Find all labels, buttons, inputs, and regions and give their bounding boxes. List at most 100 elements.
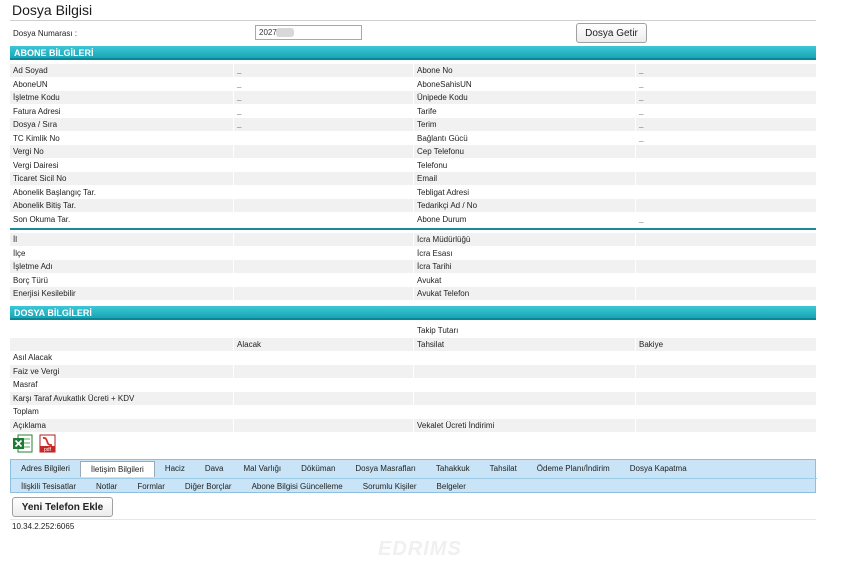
- tab-mal-varligi[interactable]: Mal Varlığı: [234, 461, 292, 477]
- field-value: [636, 159, 816, 172]
- dosya-row-label: Açıklama: [10, 418, 234, 432]
- tahsilat-value: [414, 405, 636, 419]
- dosya-row: Faiz ve Vergi: [10, 364, 816, 378]
- field-value: [234, 131, 414, 145]
- file-number-input[interactable]: [255, 25, 362, 40]
- field-value: [234, 172, 414, 186]
- tab-dava[interactable]: Dava: [195, 461, 234, 477]
- field-label: Avukat: [414, 273, 636, 287]
- tab-tahakkuk[interactable]: Tahakkuk: [426, 461, 480, 477]
- field-label: Bağlantı Gücü: [414, 131, 636, 145]
- tab-diger-borclar[interactable]: Diğer Borçlar: [175, 479, 242, 494]
- tab-sorumlu-kisiler[interactable]: Sorumlu Kişiler: [353, 479, 427, 494]
- bakiye-value: [636, 365, 816, 378]
- field-label: Telefonu: [414, 158, 636, 172]
- info-row: Vergi Dairesi Telefonu: [10, 158, 816, 172]
- tab-formlar[interactable]: Formlar: [127, 479, 175, 494]
- field-value: [636, 287, 816, 300]
- field-label: Cep Telefonu: [414, 145, 636, 159]
- vekalet-label: Vekalet Ücreti İndirimi: [414, 418, 636, 432]
- tab-dokuman[interactable]: Döküman: [291, 461, 345, 477]
- alacak-value: [234, 405, 414, 419]
- title-divider: [10, 20, 816, 21]
- field-value: [234, 246, 414, 260]
- pdf-icon[interactable]: pdf: [37, 434, 57, 453]
- field-label: Abonelik Bitiş Tar.: [10, 199, 234, 213]
- field-label: Avukat Telefon: [414, 287, 636, 301]
- info-row: İl İcra Müdürlüğü: [10, 233, 816, 247]
- field-label: İcra Müdürlüğü: [414, 233, 636, 247]
- tab-dosya-masraflari[interactable]: Dosya Masrafları: [345, 461, 425, 477]
- alacak-value: [234, 364, 414, 378]
- tab-iliskili-tesisatlar[interactable]: İlişkili Tesisatlar: [11, 479, 86, 494]
- tab-odeme-plani-indirim[interactable]: Ödeme Planı/İndirim: [527, 461, 620, 477]
- tahsilat-value: [414, 378, 636, 392]
- info-row: Borç Türü Avukat: [10, 273, 816, 287]
- field-value: _: [234, 77, 414, 91]
- info-row: İşletme Adı İcra Tarihi: [10, 260, 816, 274]
- field-label: Terim: [414, 118, 636, 132]
- field-value: [234, 260, 414, 274]
- field-label: İşletme Adı: [10, 260, 234, 274]
- fetch-file-button[interactable]: Dosya Getir: [576, 23, 647, 43]
- field-label: Abonelik Başlangıç Tar.: [10, 185, 234, 199]
- dosya-row-label: Asıl Alacak: [10, 351, 234, 365]
- tab-tahsilat[interactable]: Tahsilat: [480, 461, 527, 477]
- info-row: Vergi No Cep Telefonu: [10, 145, 816, 159]
- field-value: _: [639, 214, 644, 224]
- file-icons: pdf: [13, 434, 57, 453]
- field-label: Tarife: [414, 104, 636, 118]
- alacak-value: [234, 378, 414, 392]
- field-value: [234, 199, 414, 213]
- field-value: [234, 233, 414, 247]
- field-value: _: [639, 133, 644, 143]
- info-row: Ad Soyad _ Abone No _: [10, 64, 816, 78]
- field-label: Tebligat Adresi: [414, 185, 636, 199]
- field-value: [234, 273, 414, 287]
- field-label: Vergi Dairesi: [10, 158, 234, 172]
- info-row: Son Okuma Tar. Abone Durum _: [10, 212, 816, 226]
- takip-row: Takip Tutarı: [10, 324, 816, 338]
- tab-belgeler[interactable]: Belgeler: [427, 479, 476, 494]
- field-label: İlçe: [10, 246, 234, 260]
- field-value: [636, 260, 816, 273]
- field-value: [636, 247, 816, 260]
- field-label: Son Okuma Tar.: [10, 212, 234, 226]
- tab-row-2: İlişkili Tesisatlar Notlar Formlar Diğer Bo…: [11, 478, 817, 494]
- dosya-row: Masraf: [10, 378, 816, 392]
- dosya-header-row: Alacak Tahsilat Bakiye: [10, 338, 816, 352]
- info-row: Abonelik Başlangıç Tar. Tebligat Adresi: [10, 185, 816, 199]
- tab-iletisim-bilgileri[interactable]: İletişim Bilgileri: [79, 461, 155, 477]
- info-row: Ticaret Sicil No Email: [10, 172, 816, 186]
- field-label: Ticaret Sicil No: [10, 172, 234, 186]
- col-alacak: Alacak: [234, 338, 414, 352]
- field-label: Dosya / Sıra: [10, 118, 234, 132]
- field-value: _: [234, 64, 414, 78]
- tab-haciz[interactable]: Haciz: [155, 461, 195, 477]
- tab-abone-bilgisi-guncelleme[interactable]: Abone Bilgisi Güncelleme: [242, 479, 353, 494]
- tab-row-1: Adres Bilgileri İletişim Bilgileri Haciz Da…: [11, 461, 817, 477]
- dosya-section-header: DOSYA BİLGİLERİ: [10, 306, 816, 320]
- excel-icon[interactable]: [13, 434, 33, 453]
- field-value: _: [234, 104, 414, 118]
- field-value: [234, 287, 414, 301]
- alacak-value: [234, 351, 414, 365]
- field-value: [636, 199, 816, 212]
- field-value: _: [639, 79, 644, 89]
- field-value: [234, 212, 414, 226]
- tab-dosya-kapatma[interactable]: Dosya Kapatma: [620, 461, 697, 477]
- info-row: İşletme Kodu _ Ünipede Kodu _: [10, 91, 816, 105]
- field-label: İl: [10, 233, 234, 247]
- field-value: [636, 274, 816, 287]
- info-row: Enerjisi Kesilebilir Avukat Telefon: [10, 287, 816, 301]
- tab-adres-bilgileri[interactable]: Adres Bilgileri: [11, 461, 80, 477]
- pdf-label: pdf: [44, 447, 52, 453]
- page-title: Dosya Bilgisi: [12, 2, 93, 18]
- field-label: Ünipede Kodu: [414, 91, 636, 105]
- tab-notlar[interactable]: Notlar: [86, 479, 127, 494]
- field-label: İşletme Kodu: [10, 91, 234, 105]
- add-phone-button[interactable]: Yeni Telefon Ekle: [12, 497, 113, 517]
- file-number-label: Dosya Numarası :: [13, 29, 78, 38]
- info-row: Dosya / Sıra _ Terim _: [10, 118, 816, 132]
- tab-container: Adres Bilgileri İletişim Bilgileri Haciz Da…: [10, 459, 817, 494]
